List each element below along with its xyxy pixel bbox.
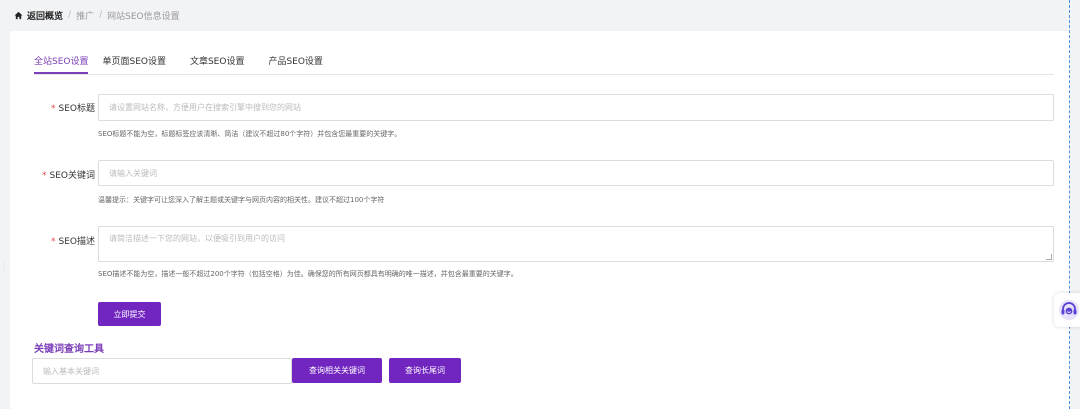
collapse-handle[interactable]: ⋮ [0,262,8,276]
customer-service-button[interactable] [1054,293,1080,327]
tab-page-seo[interactable]: 单页面SEO设置 [102,56,177,74]
breadcrumb-item-promotion[interactable]: 推广 [76,9,94,22]
seo-title-label: * SEO标题 [51,104,95,114]
keyword-query-placeholder: 输入基本关键词 [43,366,99,376]
seo-description-textarea[interactable]: 请简洁描述一下您的网站，以便吸引到用户的访问 [98,226,1054,262]
seo-title-hint: SEO标题不能为空，标题标签应该清晰、简洁（建议不超过80个字符）并包含您最重要… [98,130,402,138]
required-mark: * [51,104,56,114]
submit-button[interactable]: 立即提交 [98,302,161,326]
breadcrumb-item-current: 网站SEO信息设置 [107,11,180,22]
seo-title-input[interactable]: 请设置网站名称，方便用户在搜索引擎中搜到您的网站 [98,94,1054,121]
breadcrumb-home-label: 返回概览 [27,11,64,22]
seo-keywords-placeholder: 请输入关键词 [109,168,157,178]
seo-description-label: * SEO描述 [51,237,95,247]
seo-tabs: 全站SEO设置 单页面SEO设置 文章SEO设置 产品SEO设置 [34,56,1054,75]
seo-description-placeholder: 请简洁描述一下您的网站，以便吸引到用户的访问 [109,234,285,243]
tab-site-seo[interactable]: 全站SEO设置 [34,56,89,74]
keyword-tool-title: 关键词查询工具 [34,344,104,355]
query-related-keywords-button[interactable]: 查询相关关键词 [292,358,382,383]
required-mark: * [51,237,56,247]
seo-title-placeholder: 请设置网站名称，方便用户在搜索引擎中搜到您的网站 [109,103,301,112]
settings-card: 全站SEO设置 单页面SEO设置 文章SEO设置 产品SEO设置 * SEO标题 … [10,31,1070,409]
required-mark: * [42,171,47,181]
seo-keywords-hint: 温馨提示：关键字可让您深入了解主题或关键字与网页内容的相关性。建议不超过100个… [98,196,385,204]
query-longtail-keywords-button[interactable]: 查询长尾词 [389,358,461,383]
home-icon [14,11,23,19]
seo-keywords-input[interactable]: 请输入关键词 [98,160,1054,186]
tab-product-seo[interactable]: 产品SEO设置 [268,56,334,74]
resize-handle-icon[interactable] [1046,254,1052,260]
breadcrumb-separator: / [99,10,103,20]
breadcrumb-home[interactable]: 返回概览 [14,9,63,22]
seo-keywords-label: * SEO关键词 [42,171,95,181]
breadcrumb-separator: / [68,10,72,20]
seo-description-hint: SEO描述不能为空，描述一般不超过200个字符（包括空格）为佳。确保您的所有网页… [98,270,518,278]
headset-icon [1059,300,1079,320]
breadcrumb: 返回概览 / 推广 / 网站SEO信息设置 [14,8,180,22]
tab-article-seo[interactable]: 文章SEO设置 [190,56,256,74]
guide-line [1069,0,1070,409]
keyword-query-input[interactable]: 输入基本关键词 [32,358,292,384]
